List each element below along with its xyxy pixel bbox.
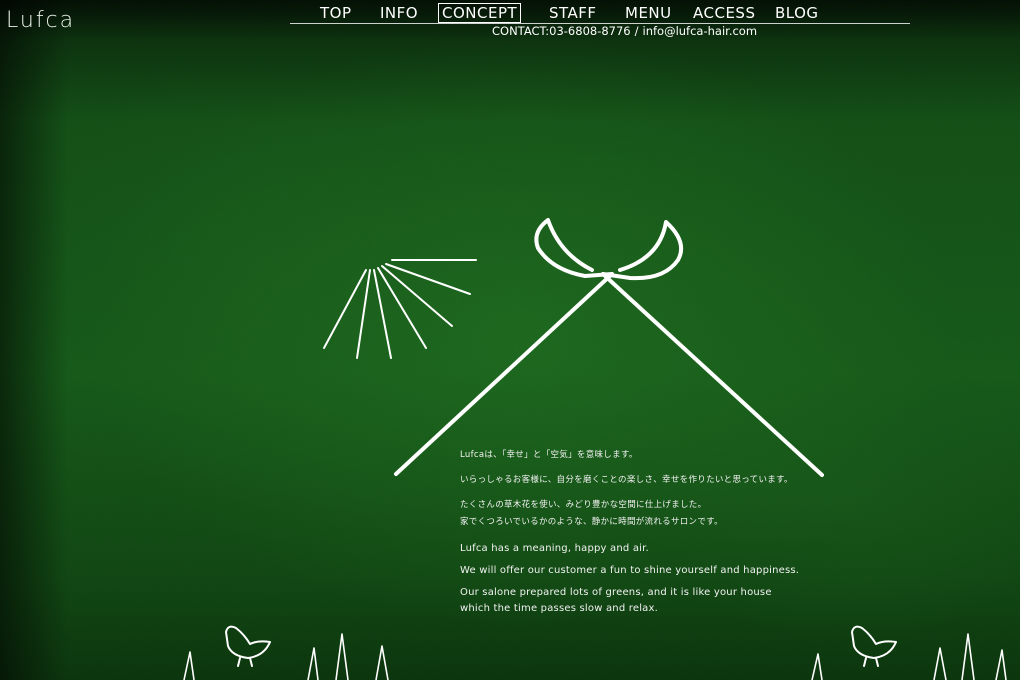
concept-jp-line-3: たくさんの草木花を使い、みどり豊かな空間に仕上げました。	[460, 500, 707, 510]
concept-jp-line-2: いらっしゃるお客様に、自分を磨くことの楽しさ、幸せを作りたいと思っています。	[460, 475, 793, 485]
bird-icon	[225, 625, 271, 667]
concept-jp-line-1: Lufcaは、「幸せ」と「空気」を意味します。	[460, 450, 638, 460]
concept-jp-line-4: 家でくつろいでいるかのような、静かに時間が流れるサロンです。	[460, 517, 723, 527]
concept-en-line-1: Lufca has a meaning, happy and air.	[460, 543, 649, 554]
bird-icon	[851, 625, 897, 667]
concept-en-line-3: Our salone prepared lots of greens, and …	[460, 587, 772, 598]
concept-en-line-4: which the time passes slow and relax.	[460, 603, 659, 614]
concept-en-line-2: We will offer our customer a fun to shin…	[460, 565, 800, 576]
scissors-mountain-icon	[394, 218, 824, 477]
concept-illustration	[183, 218, 1007, 680]
sun-rays-icon	[323, 259, 477, 359]
